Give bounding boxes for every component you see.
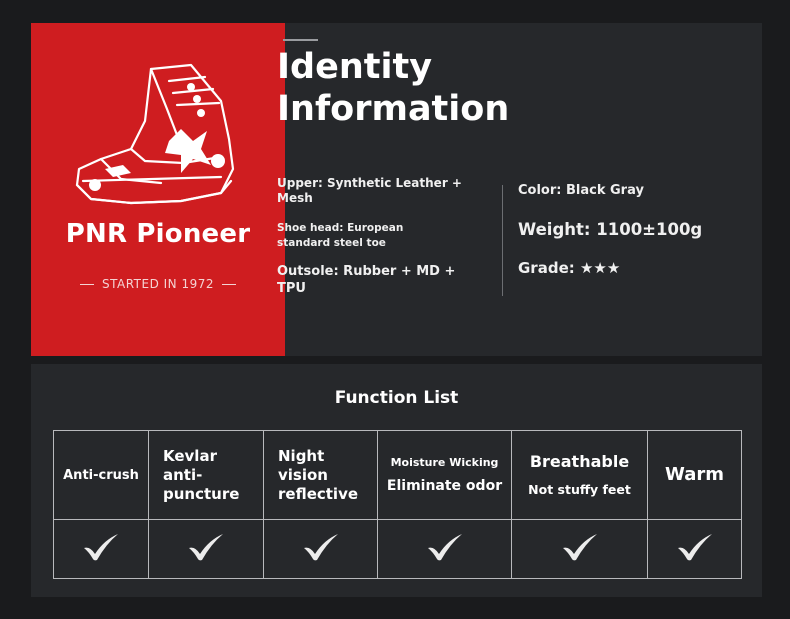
check-cell-breathable: [511, 519, 648, 579]
check-mark-icon: [427, 534, 462, 561]
section-title-line1: Identity: [277, 47, 433, 87]
function-check-row: [53, 519, 742, 579]
spec-list-left: Upper: Synthetic Leather + Mesh Shoe hea…: [277, 176, 472, 297]
spec-weight: Weight: 1100±100g: [518, 220, 703, 239]
function-warm: Warm: [647, 430, 742, 520]
check-mark-icon: [677, 534, 712, 561]
brand-tagline: STARTED IN 1972: [31, 277, 285, 291]
spec-upper: Upper: Synthetic Leather + Mesh: [277, 176, 472, 206]
tagline-rule-right: [222, 283, 237, 285]
check-cell-night-vision: [263, 519, 378, 579]
function-breathable-line2: Not stuffy feet: [528, 482, 631, 497]
spec-shoe-head-line1: Shoe head: European: [277, 222, 404, 234]
function-list-title: Function List: [334, 388, 459, 408]
spec-shoe-head-line2: standard steel toe: [277, 237, 386, 249]
check-mark-icon: [189, 534, 223, 561]
function-table: Anti-crush Kevlar anti- puncture Night v…: [53, 430, 742, 579]
function-anti-crush: Anti-crush: [53, 430, 149, 520]
spec-upper-line1: Upper: Synthetic Leather +: [277, 176, 462, 190]
spec-outsole: Outsole: Rubber + MD + TPU: [277, 264, 456, 296]
check-cell-kevlar: [148, 519, 264, 579]
function-breathable-line1: Breathable: [529, 452, 630, 471]
function-moisture-wicking-line1: Moisture Wicking: [390, 455, 499, 469]
function-night-vision-line2: vision: [278, 465, 328, 484]
check-mark-icon: [562, 534, 597, 561]
boot-illustration-icon: [75, 63, 235, 205]
spec-divider: [502, 185, 503, 296]
check-mark-icon: [84, 534, 118, 561]
function-breathable: Breathable Not stuffy feet: [511, 430, 648, 520]
function-night-vision: Night vision reflective: [263, 430, 378, 520]
function-kevlar-line2: anti-: [163, 465, 203, 484]
tagline-text: STARTED IN 1972: [101, 277, 215, 291]
function-anti-crush-label: Anti-crush: [63, 467, 139, 483]
brand-block: PNR Pioneer STARTED IN 1972: [31, 23, 285, 356]
function-kevlar-line3: puncture: [163, 484, 240, 503]
function-kevlar-line1: Kevlar: [163, 446, 217, 465]
check-cell-anti-crush: [53, 519, 149, 579]
tagline-rule-left: [79, 283, 94, 285]
function-night-vision-line1: Night: [278, 446, 325, 465]
check-cell-warm: [647, 519, 742, 579]
brand-name: PNR Pioneer: [65, 219, 251, 249]
function-warm-label: Warm: [665, 464, 724, 485]
heading-rule: [283, 39, 318, 41]
spec-grade: Grade: ★★★: [518, 259, 621, 277]
section-title: Identity Information: [277, 46, 577, 130]
function-night-vision-line3: reflective: [278, 484, 359, 503]
section-title-line2: Information: [277, 89, 510, 129]
check-cell-moisture-wicking: [377, 519, 512, 579]
function-panel: Function List Anti-crush Kevlar anti- pu…: [31, 364, 762, 597]
spec-list-right: Color: Black Gray Weight: 1100±100g Grad…: [518, 182, 728, 279]
function-header-row: Anti-crush Kevlar anti- puncture Night v…: [53, 430, 742, 520]
check-mark-icon: [303, 534, 338, 561]
function-kevlar: Kevlar anti- puncture: [148, 430, 264, 520]
function-moisture-wicking: Moisture Wicking Eliminate odor: [377, 430, 512, 520]
spec-color: Color: Black Gray: [518, 183, 644, 198]
function-moisture-wicking-line2: Eliminate odor: [386, 477, 503, 494]
spec-shoe-head: Shoe head: European standard steel toe: [277, 221, 472, 251]
spec-upper-line2: Mesh: [277, 191, 313, 205]
